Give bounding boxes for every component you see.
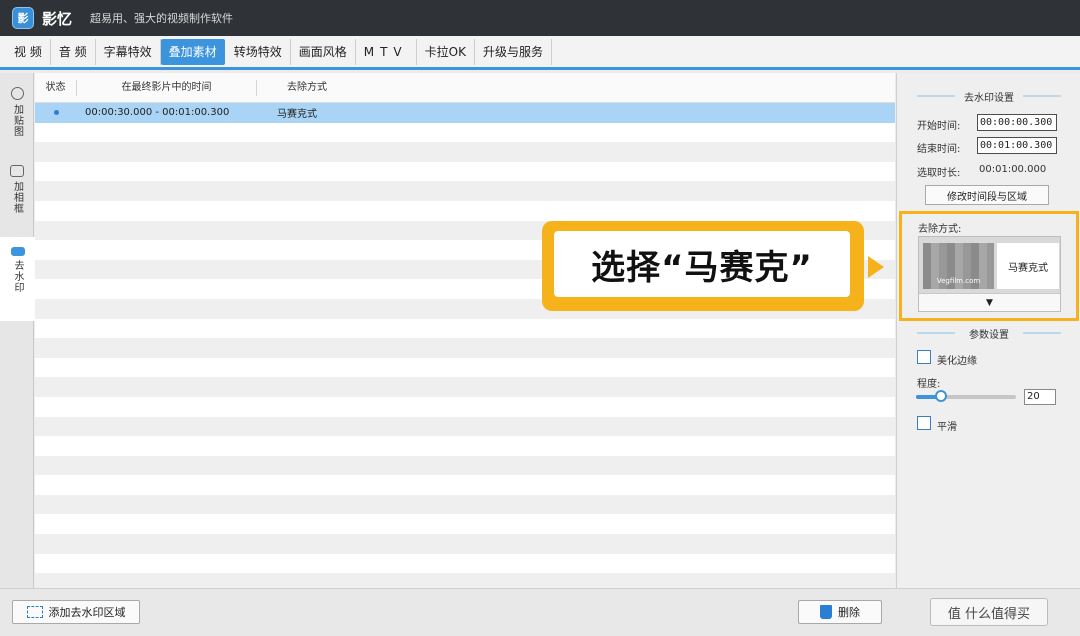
- table-row[interactable]: [35, 514, 895, 534]
- params-settings-title: 参数设置: [897, 326, 1080, 341]
- table-row[interactable]: [35, 475, 895, 495]
- dropdown-arrow-icon[interactable]: ▼: [919, 293, 1060, 311]
- tab-subtitle-effects[interactable]: 字幕特效: [96, 38, 161, 65]
- table-row[interactable]: [35, 436, 895, 456]
- callout-annotation: 选择“马赛克”: [542, 221, 864, 311]
- sidebar-item-label: 去水印: [12, 260, 23, 293]
- smooth-checkbox[interactable]: [917, 416, 931, 430]
- removal-method-box: 去除方式: Vegfilm.com 马赛克式 ▼: [899, 211, 1079, 321]
- beautify-edge-label: 美化边缘: [937, 356, 977, 367]
- table-row[interactable]: [35, 162, 895, 182]
- tab-audio[interactable]: 音 频: [51, 38, 96, 65]
- modify-time-region-button[interactable]: 修改时间段与区域: [925, 185, 1049, 205]
- end-time-label: 结束时间:: [917, 144, 961, 155]
- tab-transition-effects[interactable]: 转场特效: [226, 38, 291, 65]
- left-sidebar: 加贴图 加相框 去水印: [0, 73, 41, 588]
- beautify-edge-checkbox[interactable]: [917, 350, 931, 364]
- table-row[interactable]: [35, 358, 895, 378]
- tab-upgrade-service[interactable]: 升级与服务: [475, 38, 552, 65]
- table-row[interactable]: [35, 573, 895, 588]
- app-logo-icon: 影: [12, 7, 34, 29]
- start-time-label: 开始时间:: [917, 121, 961, 132]
- table-row[interactable]: [35, 416, 895, 437]
- column-header-method[interactable]: 去除方式: [257, 80, 357, 96]
- degree-label: 程度:: [917, 379, 941, 390]
- degree-slider-handle[interactable]: [935, 390, 947, 402]
- table-row[interactable]: [35, 123, 895, 143]
- sidebar-item-label: 加相框: [11, 181, 23, 214]
- delete-button[interactable]: 删除: [798, 600, 882, 624]
- thumbnail-text: Vegfilm.com: [936, 277, 981, 285]
- column-header-time[interactable]: 在最终影片中的时间: [77, 79, 257, 96]
- table-row[interactable]: [35, 319, 895, 339]
- tab-overlay-material[interactable]: 叠加素材: [160, 38, 225, 65]
- tab-picture-style[interactable]: 画面风格: [291, 38, 356, 65]
- table-header: 状态 在最终影片中的时间 去除方式: [35, 73, 895, 103]
- sidebar-item-label: 加贴图: [11, 104, 23, 137]
- site-watermark: 值 什么值得买: [930, 598, 1048, 626]
- cell-time: 00:00:30.000 - 00:01:00.300: [85, 107, 230, 119]
- add-watermark-region-label: 添加去水印区域: [48, 606, 126, 619]
- add-region-icon: [26, 606, 43, 618]
- status-dot-icon: [54, 110, 59, 116]
- add-watermark-region-button[interactable]: 添加去水印区域: [12, 600, 140, 624]
- callout-text: 选择“马赛克”: [554, 231, 850, 297]
- sidebar-item-add-sticker[interactable]: 加贴图: [0, 77, 34, 151]
- table-row[interactable]: [35, 338, 895, 358]
- watermark-table: 状态 在最终影片中的时间 去除方式 00:00:30.000 - 00:01:0…: [35, 73, 895, 588]
- title-bar: 影 影忆 超易用、强大的视频制作软件: [0, 0, 1080, 36]
- removal-method-select[interactable]: Vegfilm.com 马赛克式 ▼: [918, 236, 1061, 312]
- sidebar-item-remove-watermark[interactable]: 去水印: [0, 237, 41, 321]
- degree-input[interactable]: 20: [1024, 389, 1056, 405]
- smooth-label: 平滑: [937, 422, 957, 433]
- column-header-status[interactable]: 状态: [35, 79, 77, 96]
- bottom-bar: 添加去水印区域 删除: [0, 588, 1080, 636]
- table-row[interactable]: [35, 534, 895, 554]
- tab-video[interactable]: 视 频: [6, 38, 51, 65]
- app-slogan: 超易用、强大的视频制作软件: [90, 12, 234, 25]
- table-row[interactable]: [35, 142, 895, 162]
- frame-icon: [10, 165, 24, 177]
- duration-value: 00:01:00.000: [979, 164, 1047, 175]
- table-row[interactable]: [35, 494, 895, 515]
- watermark-settings-title: 去水印设置: [897, 89, 1080, 104]
- table-row[interactable]: [35, 181, 895, 201]
- cell-method: 马赛克式: [277, 109, 317, 121]
- right-panel: 去水印设置 开始时间: 00:00:00.300 结束时间: 00:01:00.…: [896, 73, 1080, 588]
- degree-slider[interactable]: [916, 390, 1016, 402]
- table-row[interactable]: [35, 377, 895, 397]
- end-time-input[interactable]: 00:01:00.300: [977, 137, 1057, 154]
- tab-karaoke[interactable]: 卡拉OK: [417, 38, 475, 65]
- start-time-input[interactable]: 00:00:00.300: [977, 114, 1057, 131]
- trash-icon: [820, 605, 832, 619]
- tab-mtv[interactable]: MTV: [356, 38, 417, 65]
- table-row[interactable]: 00:00:30.000 - 00:01:00.300 马赛克式: [35, 103, 895, 123]
- table-row[interactable]: [35, 554, 895, 574]
- removal-method-name: 马赛克式: [997, 243, 1059, 289]
- callout-arrow-icon: [868, 256, 884, 278]
- sidebar-item-add-frame[interactable]: 加相框: [0, 155, 34, 231]
- watermark-icon: [10, 247, 25, 256]
- delete-label: 删除: [838, 606, 860, 619]
- table-row[interactable]: [35, 455, 895, 476]
- sticker-icon: [10, 87, 24, 100]
- removal-method-label: 去除方式:: [918, 224, 962, 235]
- app-name: 影忆: [42, 9, 73, 28]
- duration-label: 选取时长:: [917, 168, 961, 179]
- table-rows: 00:00:30.000 - 00:01:00.300 马赛克式: [35, 103, 895, 588]
- table-row[interactable]: [35, 201, 895, 221]
- mosaic-preview-thumbnail: Vegfilm.com: [923, 243, 994, 289]
- table-row[interactable]: [35, 397, 895, 417]
- menu-bar: 视 频 音 频 字幕特效 叠加素材 转场特效 画面风格 MTV 卡拉OK 升级与…: [0, 36, 1080, 70]
